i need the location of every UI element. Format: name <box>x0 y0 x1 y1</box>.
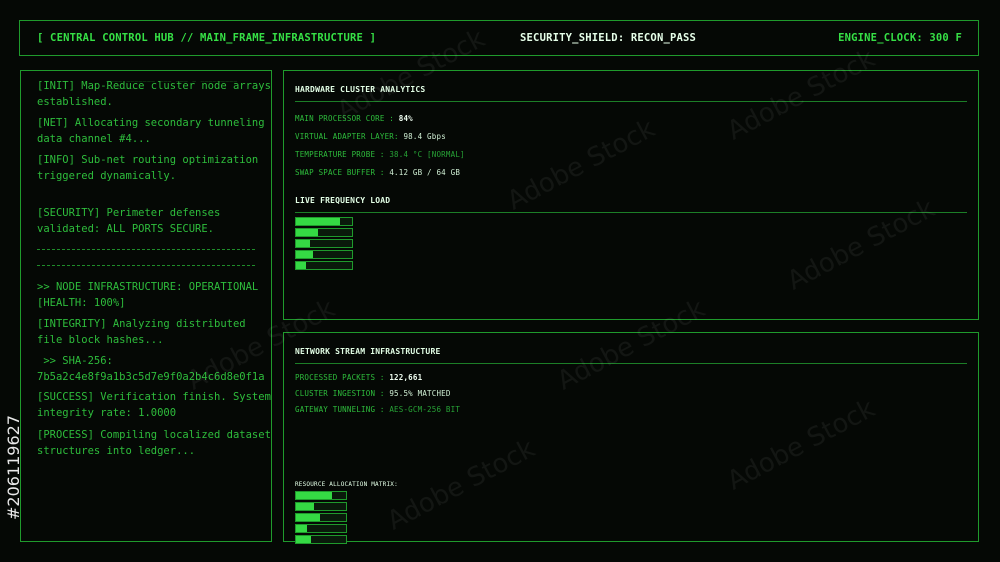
hub-title: [ CENTRAL CONTROL HUB // MAIN_FRAME_INFR… <box>37 32 377 44</box>
meter-bar <box>295 502 347 511</box>
meter-fill <box>296 218 340 225</box>
stat-label: VIRTUAL ADAPTER LAYER: <box>295 132 399 141</box>
log-entry: [SECURITY] Perimeter defenses validated:… <box>37 207 227 235</box>
stat-value: 122,661 <box>389 373 423 382</box>
stat-row: VIRTUAL ADAPTER LAYER: 98.4 Gbps <box>295 132 446 141</box>
stat-label: TEMPERATURE PROBE : <box>295 150 385 159</box>
stat-row: SWAP SPACE BUFFER : 4.12 GB / 64 GB <box>295 168 460 177</box>
meter-bar <box>295 513 347 522</box>
hardware-rule <box>295 101 967 102</box>
log-entry: [INIT] Map-Reduce cluster node arrays es… <box>37 80 271 108</box>
meter-fill <box>296 262 307 269</box>
log-entry: [INFO] Sub-net routing optimization trig… <box>37 154 265 182</box>
stat-value: 4.12 GB / 64 GB <box>389 168 461 177</box>
log-divider <box>37 249 255 250</box>
meter-bar <box>295 524 347 533</box>
log-divider <box>37 265 255 266</box>
stat-value: AES-GCM-256 BIT <box>389 405 461 414</box>
meter-fill <box>296 492 332 499</box>
log-entry: [PROCESS] Compiling localized dataset st… <box>37 429 271 457</box>
meter-fill <box>296 525 307 532</box>
meter-fill <box>296 536 311 543</box>
stat-value: 98.4 Gbps <box>403 132 446 141</box>
stat-label: GATEWAY TUNNELING : <box>295 405 385 414</box>
stat-label: PROCESSED PACKETS : <box>295 373 385 382</box>
meter-bar <box>295 250 353 259</box>
stat-label: MAIN PROCESSOR CORE : <box>295 114 395 123</box>
meter-fill <box>296 240 310 247</box>
log-entry: >> NODE INFRASTRUCTURE: OPERATIONAL [HEA… <box>37 281 265 309</box>
matrix-title: RESOURCE ALLOCATION MATRIX: <box>295 481 398 488</box>
network-panel: NETWORK STREAM INFRASTRUCTURE PROCESSED … <box>283 332 979 544</box>
frequency-rule <box>295 212 967 213</box>
stat-value: 38.4 °C [NORMAL] <box>389 150 465 159</box>
hardware-title: HARDWARE CLUSTER ANALYTICS <box>295 85 426 94</box>
stat-value: 95.5% MATCHED <box>389 389 451 398</box>
stat-row: PROCESSED PACKETS : 122,661 <box>295 373 422 382</box>
meter-fill <box>296 503 314 510</box>
network-title: NETWORK STREAM INFRASTRUCTURE <box>295 347 441 356</box>
meter-bar <box>295 261 353 270</box>
stat-value: 84% <box>398 114 413 123</box>
log-hash: 7b5a2c4e8f9a1b3c5d7e9f0a2b4c6d8e0f1a <box>37 371 265 383</box>
stock-id: #206119627 <box>4 414 23 520</box>
network-rule <box>295 363 967 364</box>
log-panel[interactable]: ____ _______ ___ ___ _ _________ _______… <box>20 70 272 542</box>
log-entry: [SUCCESS] Verification finish. System in… <box>37 391 271 419</box>
stat-label: CLUSTER INGESTION : <box>295 389 385 398</box>
frequency-meter <box>295 217 353 272</box>
stat-row: MAIN PROCESSOR CORE : 84% <box>295 114 413 123</box>
allocation-meter <box>295 491 347 546</box>
stat-row: CLUSTER INGESTION : 95.5% MATCHED <box>295 389 451 398</box>
log-entry: [INTEGRITY] Analyzing distributed file b… <box>37 318 252 346</box>
stat-row: TEMPERATURE PROBE : 38.4 °C [NORMAL] <box>295 150 465 159</box>
stat-label: SWAP SPACE BUFFER : <box>295 168 385 177</box>
engine-clock: ENGINE_CLOCK: 300 F <box>838 32 962 44</box>
log-entry: [NET] Allocating secondary tunneling dat… <box>37 117 271 145</box>
header-bar: [ CENTRAL CONTROL HUB // MAIN_FRAME_INFR… <box>19 20 979 56</box>
meter-bar <box>295 491 347 500</box>
meter-bar <box>295 535 347 544</box>
meter-fill <box>296 229 319 236</box>
meter-bar <box>295 228 353 237</box>
meter-bar <box>295 217 353 226</box>
security-status: SECURITY_SHIELD: RECON_PASS <box>520 32 697 44</box>
log-entry: >> SHA-256: <box>37 355 113 367</box>
meter-fill <box>296 251 313 258</box>
stat-row: GATEWAY TUNNELING : AES-GCM-256 BIT <box>295 405 460 414</box>
hardware-panel: HARDWARE CLUSTER ANALYTICS MAIN PROCESSO… <box>283 70 979 320</box>
meter-bar <box>295 239 353 248</box>
frequency-title: LIVE FREQUENCY LOAD <box>295 196 391 205</box>
meter-fill <box>296 514 320 521</box>
